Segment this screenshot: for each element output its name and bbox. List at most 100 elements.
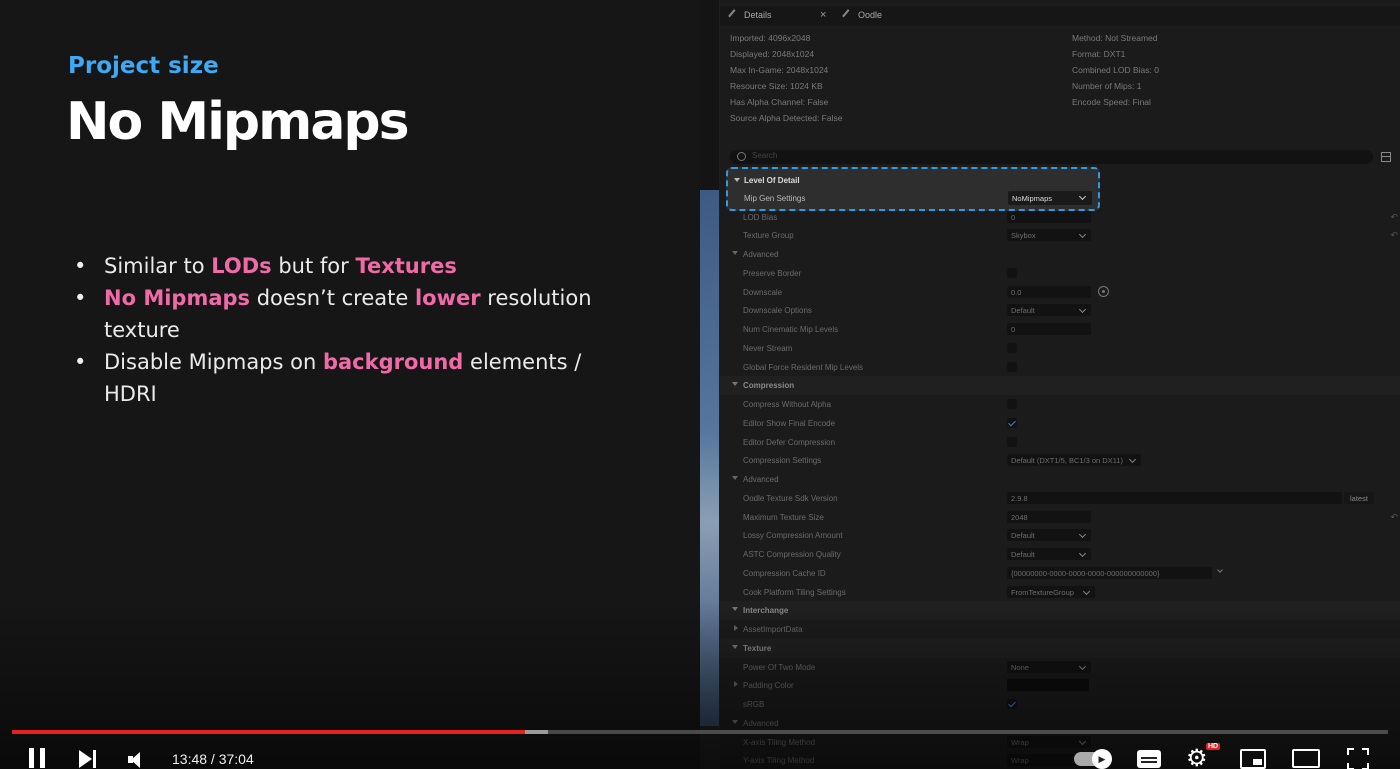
property-label: Lossy Compression Amount xyxy=(743,531,843,541)
search-input[interactable]: Search xyxy=(752,151,777,160)
reset-arrow-icon[interactable]: ↶ xyxy=(1390,512,1398,523)
property-label: Advanced xyxy=(743,250,779,259)
value-dropdown[interactable]: Default xyxy=(1007,304,1091,317)
checkbox[interactable] xyxy=(1007,342,1017,353)
tab-close-icon[interactable]: × xyxy=(820,9,826,21)
property-row: Lossy Compression Amount Default xyxy=(720,526,1400,545)
checkbox[interactable] xyxy=(1007,436,1017,447)
property-label: Compression Cache ID xyxy=(743,568,826,578)
collapsed-row[interactable]: AssetImportData xyxy=(720,620,1400,639)
property-label: Downscale xyxy=(743,287,783,297)
property-list: LOD Bias 0 ↶ Texture Group Skybox ↶ Advanced Pr… xyxy=(720,170,1400,769)
bullet-text: but for xyxy=(271,254,356,278)
property-row: Editor Defer Compression xyxy=(720,433,1400,452)
property-label: Oodle Texture Sdk Version xyxy=(743,493,838,503)
value-input[interactable]: 0.0 xyxy=(1007,285,1091,298)
checkbox[interactable] xyxy=(1007,417,1017,428)
property-label: Cook Platform Tiling Settings xyxy=(743,587,846,597)
miniplayer-icon[interactable] xyxy=(1240,749,1266,769)
section-level-of-detail[interactable]: Level Of Detail xyxy=(728,171,1098,188)
highlighted-term: background xyxy=(322,350,464,374)
reset-arrow-icon[interactable]: ↶ xyxy=(1390,230,1398,241)
value-input[interactable]: 2.9.8 xyxy=(1007,491,1342,504)
value-input[interactable]: 2048 xyxy=(1007,510,1091,523)
property-row: Power Of Two Mode None xyxy=(720,658,1400,677)
value-dropdown[interactable]: Skybox xyxy=(1007,229,1091,242)
info-line: Imported: 4096x2048 xyxy=(730,33,811,43)
property-row: Maximum Texture Size 2048 ↶ xyxy=(720,508,1400,527)
value-input[interactable]: 0 xyxy=(1007,323,1091,335)
latest-button[interactable]: latest xyxy=(1344,491,1374,504)
value-input[interactable]: 0 xyxy=(1007,210,1091,223)
details-search[interactable]: Search xyxy=(730,150,1373,164)
value-dropdown[interactable]: Default (DXT1/5, BC1/3 on DX11) xyxy=(1007,454,1141,467)
highlighted-term: Textures xyxy=(355,254,457,278)
volume-icon[interactable] xyxy=(128,752,146,768)
value-dropdown[interactable]: None xyxy=(1007,660,1091,673)
expand-caret-icon xyxy=(732,251,738,255)
info-line: Number of Mips: 1 xyxy=(1072,81,1142,91)
value-dropdown[interactable]: Default xyxy=(1007,548,1091,560)
section-header[interactable]: Compression xyxy=(720,376,1400,395)
section-header[interactable]: Advanced xyxy=(720,470,1400,489)
next-icon[interactable] xyxy=(79,750,97,768)
property-row: sRGB xyxy=(720,695,1400,714)
section-header[interactable]: Texture xyxy=(720,638,1400,658)
checkbox[interactable] xyxy=(1007,399,1017,409)
property-label: Texture Group xyxy=(743,231,794,241)
table-view-icon[interactable] xyxy=(1381,152,1391,162)
section-header[interactable]: Advanced xyxy=(720,245,1400,264)
checkbox[interactable] xyxy=(1007,267,1017,278)
autoplay-toggle[interactable] xyxy=(1074,749,1112,769)
expand-caret-icon xyxy=(734,178,740,182)
cache-id-input[interactable]: {00000000-0000-0000-0000-000000000000} xyxy=(1007,566,1212,579)
section-header[interactable]: Interchange xyxy=(720,601,1400,620)
property-label: Texture xyxy=(743,643,772,653)
info-line: Displayed: 2048x1024 xyxy=(730,49,815,59)
info-line: Combined LOD Bias: 0 xyxy=(1072,65,1159,75)
progress-bar[interactable] xyxy=(12,730,1388,734)
property-label: Editor Defer Compression xyxy=(743,437,836,447)
bullet-item: No Mipmaps doesn’t create lower resoluti… xyxy=(74,282,634,346)
mip-gen-settings-row: Mip Gen Settings NoMipmaps xyxy=(728,190,1098,207)
property-label: Maximum Texture Size xyxy=(743,512,824,522)
property-row: Oodle Texture Sdk Version 2.9.8 latest xyxy=(720,489,1400,508)
fullscreen-icon[interactable] xyxy=(1347,748,1369,769)
tab-oodle[interactable]: Oodle xyxy=(842,8,882,22)
info-line: Method: Not Streamed xyxy=(1072,33,1158,43)
highlighted-term: No Mipmaps xyxy=(104,286,251,310)
property-row: ASTC Compression Quality Default xyxy=(720,545,1400,564)
mip-gen-settings-dropdown[interactable]: NoMipmaps xyxy=(1008,191,1092,205)
property-label: Advanced xyxy=(743,475,779,484)
property-label: Never Stream xyxy=(743,343,793,353)
collapsed-row[interactable]: Padding Color xyxy=(720,676,1400,695)
subtitles-icon[interactable] xyxy=(1137,750,1161,768)
property-label: Compression Settings xyxy=(743,456,822,466)
reset-arrow-icon[interactable]: ↶ xyxy=(1390,212,1398,223)
property-label: Num Cinematic Mip Levels xyxy=(743,325,839,334)
property-row: Compression Cache ID {00000000-0000-0000-… xyxy=(720,564,1400,583)
property-row: Num Cinematic Mip Levels 0 xyxy=(720,320,1400,339)
details-panel: Details × Oodle Imported: 4096x2048 Displ… xyxy=(720,0,1400,769)
bullet-item: Similar to LODs but for Textures xyxy=(74,250,634,282)
tab-details[interactable]: Details xyxy=(728,8,772,22)
property-row: Editor Show Final Encode xyxy=(720,414,1400,433)
pause-icon[interactable] xyxy=(28,748,46,768)
property-label: Editor Show Final Encode xyxy=(743,418,836,428)
checkbox[interactable] xyxy=(1007,361,1017,372)
theater-mode-icon[interactable] xyxy=(1292,749,1320,768)
add-icon[interactable] xyxy=(1098,285,1109,297)
value-dropdown[interactable]: FromTextureGroup xyxy=(1007,585,1095,598)
editor-screenshot: Details × Oodle Imported: 4096x2048 Displ… xyxy=(700,0,1400,769)
property-label: Padding Color xyxy=(743,681,794,691)
property-label: ASTC Compression Quality xyxy=(743,550,841,559)
checkbox[interactable] xyxy=(1007,699,1017,709)
pencil-icon xyxy=(842,8,855,22)
chevron-down-icon[interactable] xyxy=(1217,566,1223,573)
value-dropdown[interactable]: Default xyxy=(1007,529,1091,542)
mip-gen-settings-label: Mip Gen Settings xyxy=(744,194,806,203)
color-swatch[interactable] xyxy=(1007,679,1089,692)
info-line: Format: DXT1 xyxy=(1072,49,1126,59)
slide-subtitle: Project size xyxy=(68,53,219,79)
info-line: Max In-Game: 2048x1024 xyxy=(730,65,829,75)
